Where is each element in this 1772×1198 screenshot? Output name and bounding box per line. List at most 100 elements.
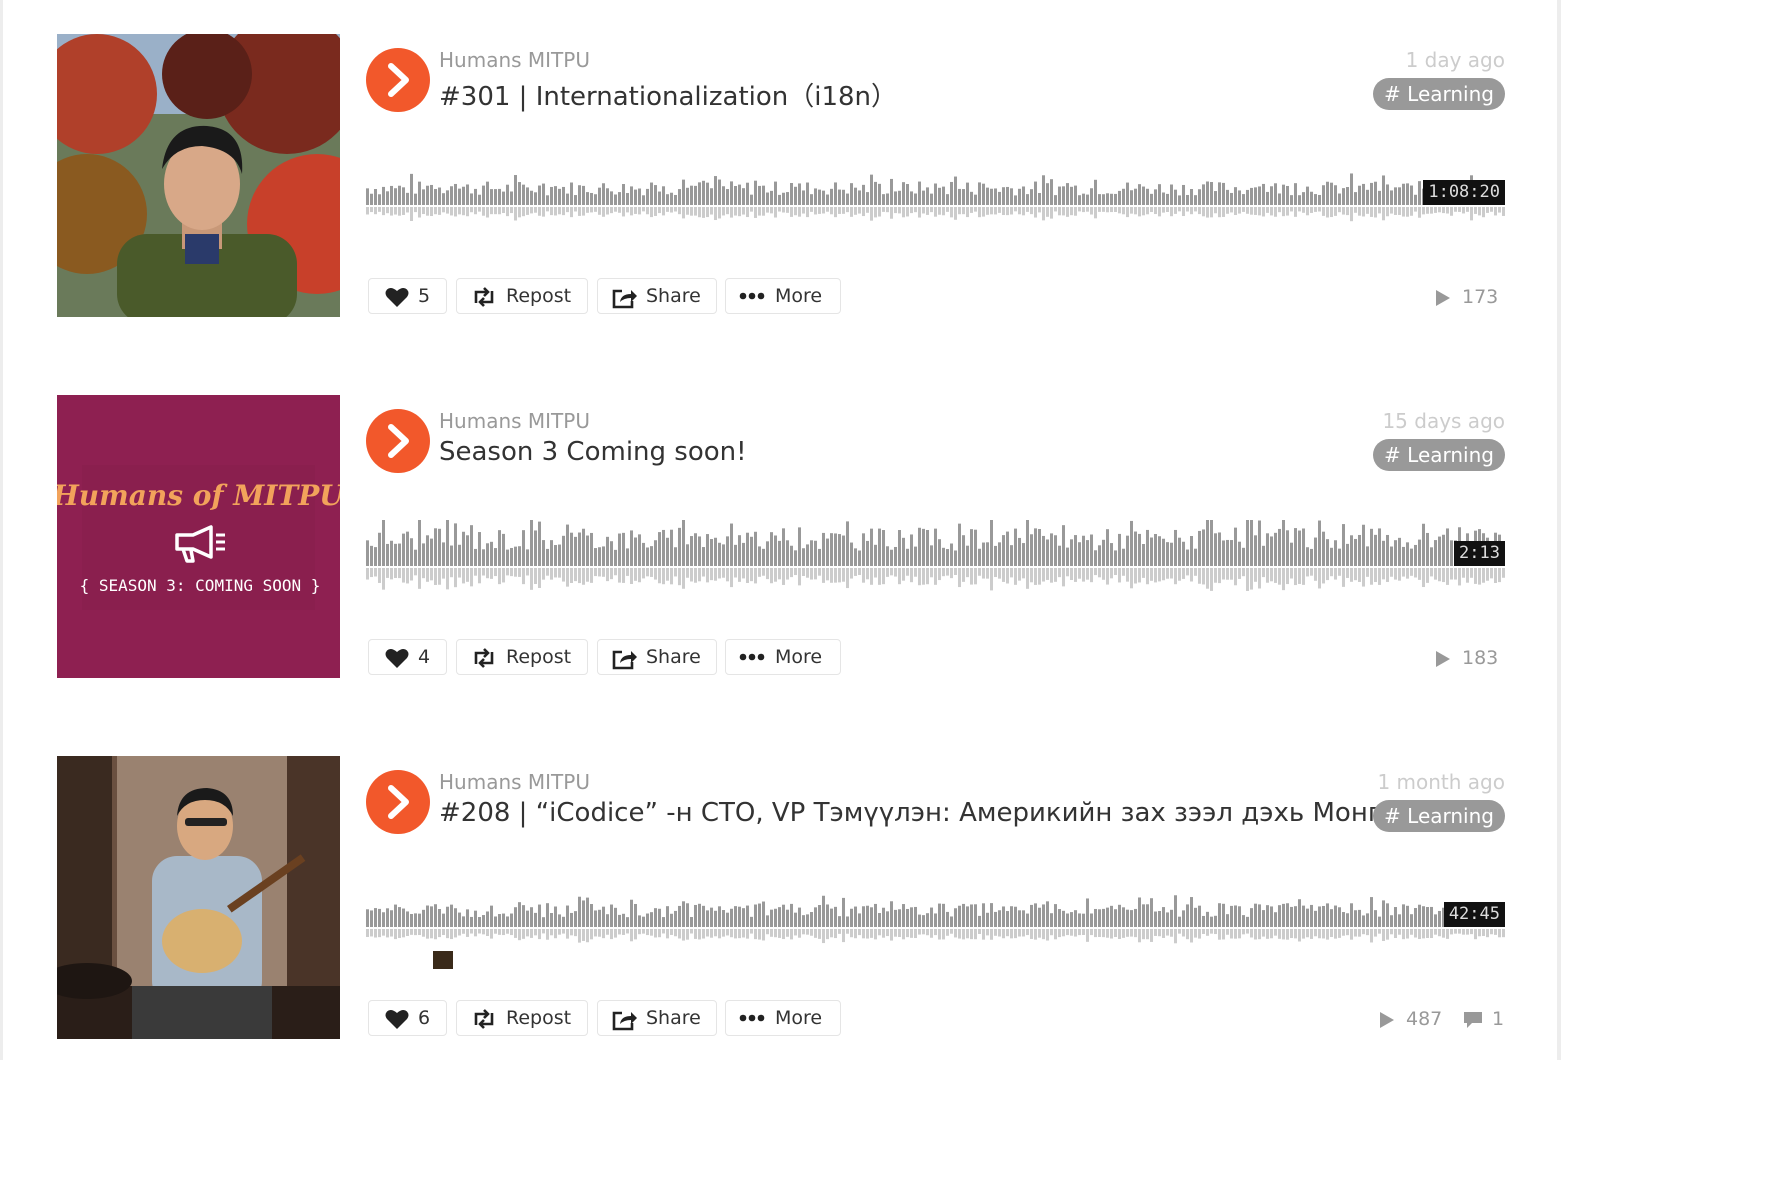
waveform-bar [622, 184, 625, 205]
share-button[interactable]: Share [597, 278, 717, 314]
waveform-reflection-bar [1246, 929, 1249, 934]
waveform-reflection-bar [1486, 207, 1489, 213]
comment-count[interactable]: 1 [1463, 1006, 1505, 1036]
track-artwork[interactable] [57, 34, 340, 317]
waveform-bar [678, 189, 681, 205]
waveform-reflection-bar [1450, 568, 1453, 580]
waveform-reflection-bar [1478, 568, 1481, 585]
share-button[interactable]: Share [597, 639, 717, 675]
more-button[interactable]: More [725, 278, 841, 314]
repost-button[interactable]: Repost [456, 1000, 588, 1036]
play-button[interactable] [366, 770, 430, 834]
track-tag[interactable]: # Learning [1373, 78, 1505, 110]
track-title[interactable]: #301 | Internationalization（i18n） [439, 76, 897, 113]
waveform-reflection-bar [1006, 568, 1009, 584]
waveform-reflection-bar [602, 568, 605, 577]
waveform-reflection-bar [1490, 207, 1493, 212]
waveform-bar [1138, 533, 1141, 566]
waveform-bar [1390, 546, 1393, 566]
waveform-bar [1090, 913, 1093, 927]
waveform-bar [670, 192, 673, 205]
waveform-reflection-bar [730, 207, 733, 218]
track-artwork[interactable]: Humans of MITPU { SEASON 3: COMING SOON … [57, 395, 340, 678]
track-artist[interactable]: Humans MITPU [439, 48, 590, 72]
waveform-reflection-bar [558, 568, 561, 578]
waveform-reflection-bar [722, 207, 725, 216]
waveform-bar [1062, 910, 1065, 927]
more-button[interactable]: More [725, 639, 841, 675]
waveform-reflection-bar [446, 568, 449, 590]
waveform-bar [438, 909, 441, 927]
waveform-reflection-bar [1258, 929, 1261, 940]
waveform-reflection-bar [1338, 929, 1341, 938]
waveform-bar [1386, 534, 1389, 566]
waveform-reflection-bar [1274, 568, 1277, 583]
play-button[interactable] [366, 409, 430, 473]
like-button[interactable]: 5 [368, 278, 447, 314]
waveform-bar [978, 548, 981, 566]
waveform-bar [554, 545, 557, 566]
track-title[interactable]: Season 3 Coming soon! [439, 437, 747, 467]
waveform-reflection-bar [1342, 568, 1345, 587]
waveform-bar [1234, 527, 1237, 566]
waveform-reflection-bar [1286, 207, 1289, 216]
comment-avatar[interactable] [433, 951, 453, 969]
waveform-reflection-bar [850, 929, 853, 938]
heart-icon [385, 649, 409, 668]
play-button[interactable] [366, 48, 430, 112]
waveform-reflection-bar [790, 207, 793, 217]
waveform-reflection-bar [1490, 929, 1493, 935]
waveform-bar [826, 904, 829, 927]
waveform-reflection-bar [386, 929, 389, 938]
waveform-bar [590, 532, 593, 566]
waveform-reflection-bar [914, 207, 917, 213]
waveform-reflection-bar [1202, 207, 1205, 217]
more-button[interactable]: More [725, 1000, 841, 1036]
track-artwork[interactable] [57, 756, 340, 1039]
waveform[interactable] [366, 520, 1506, 592]
like-button[interactable]: 4 [368, 639, 447, 675]
waveform-reflection-bar [846, 568, 849, 589]
waveform-bar [1298, 530, 1301, 566]
waveform-bar [1202, 184, 1205, 205]
waveform-bar [1098, 194, 1101, 205]
track-artist[interactable]: Humans MITPU [439, 770, 590, 794]
repost-icon [474, 648, 494, 668]
share-button[interactable]: Share [597, 1000, 717, 1036]
waveform-bar [658, 908, 661, 927]
waveform-reflection-bar [882, 929, 885, 938]
track-title[interactable]: #208 | “iCodice” -н CTO, VP Тэмүүлэн: Ам… [439, 798, 1468, 828]
waveform-reflection-bar [578, 568, 581, 584]
repost-button[interactable]: Repost [456, 639, 588, 675]
waveform[interactable] [366, 159, 1506, 231]
waveform-reflection-bar [514, 929, 517, 938]
waveform-bar [606, 914, 609, 927]
waveform-bar [430, 184, 433, 205]
waveform-reflection-bar [794, 568, 797, 576]
waveform-bar [1070, 186, 1073, 205]
waveform-reflection-bar [1006, 207, 1009, 216]
waveform-bar [650, 912, 653, 927]
play-count: 183 [1435, 645, 1505, 675]
waveform-bar [690, 185, 693, 205]
waveform-bar [1126, 909, 1129, 927]
track-tag[interactable]: # Learning [1373, 800, 1505, 832]
waveform-bar [1398, 914, 1401, 927]
waveform[interactable] [366, 881, 1506, 953]
waveform-reflection-bar [1138, 207, 1141, 217]
waveform-bar [366, 909, 369, 927]
waveform-reflection-bar [466, 568, 469, 582]
track-tag[interactable]: # Learning [1373, 439, 1505, 471]
waveform-bar [822, 532, 825, 566]
waveform-reflection-bar [1494, 929, 1497, 935]
waveform-reflection-bar [1282, 207, 1285, 217]
like-button[interactable]: 6 [368, 1000, 447, 1036]
waveform-reflection-bar [678, 929, 681, 939]
repost-button[interactable]: Repost [456, 278, 588, 314]
waveform-bar [794, 186, 797, 205]
waveform-bar [986, 187, 989, 205]
waveform-bar [830, 533, 833, 566]
waveform-reflection-bar [718, 568, 721, 579]
waveform-bar [654, 540, 657, 566]
track-artist[interactable]: Humans MITPU [439, 409, 590, 433]
